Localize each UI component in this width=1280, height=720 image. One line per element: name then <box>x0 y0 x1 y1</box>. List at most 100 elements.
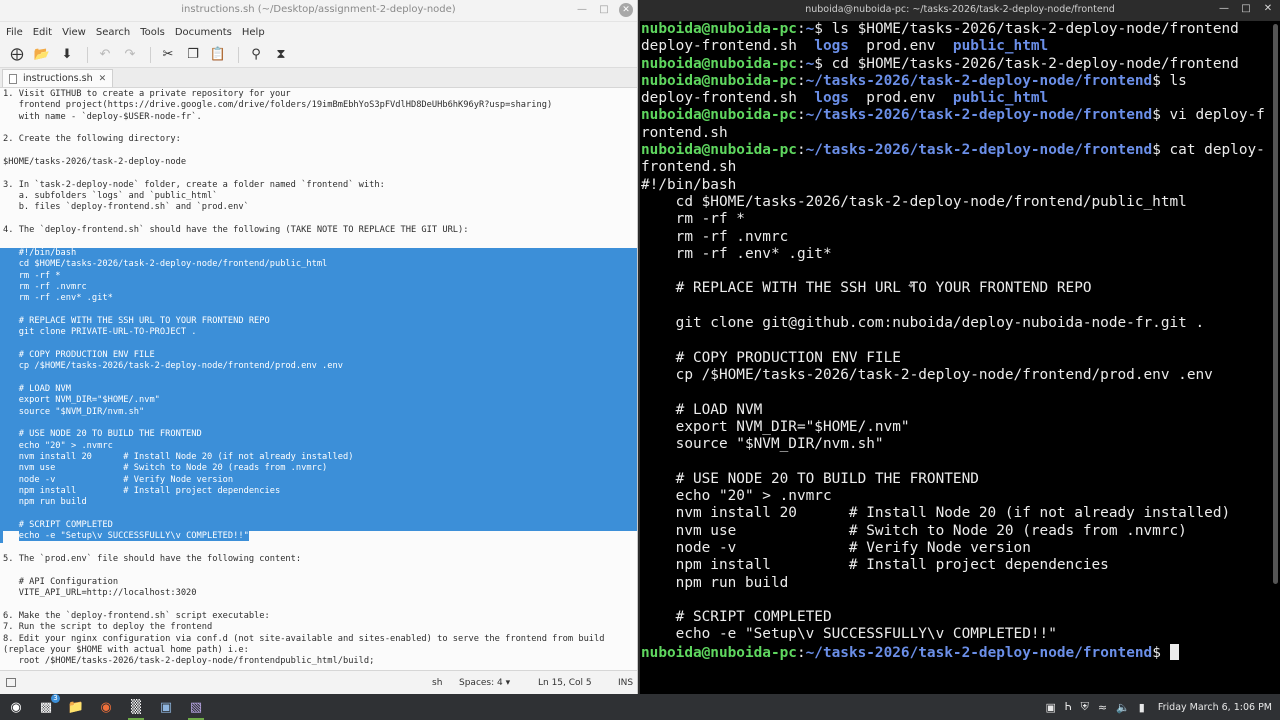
terminal-output-line: frontend.sh <box>641 159 737 176</box>
editor-line: rm -rf * <box>0 270 637 282</box>
paste-icon[interactable]: 📋 <box>207 44 229 66</box>
prompt-user: nuboida@nuboida-pc <box>641 72 797 89</box>
workspace-badge: 3 <box>51 694 60 703</box>
taskbar: ◉ ▩ 3 📁 ◉ ▒ ▣ ▧ ▣ Ꮒ ⛨ ≈ 🔈 ▮ Friday March … <box>0 694 1280 720</box>
search-icon[interactable]: ⚲ <box>245 44 267 66</box>
editor-line: # REPLACE WITH THE SSH URL TO YOUR FRONT… <box>0 315 637 328</box>
system-tray: ▣ Ꮒ ⛨ ≈ 🔈 ▮ Friday March 6, 1:06 PM <box>1046 694 1272 720</box>
text-editor-icon[interactable]: ▧ <box>184 696 208 720</box>
editor-line: # COPY PRODUCTION ENV FILE <box>0 349 637 362</box>
insert-mode: INS <box>618 678 634 688</box>
terminal-prompt-line: nuboida@nuboida-pc:~/tasks-2026/task-2-d… <box>641 643 1270 661</box>
ls-entry: deploy-frontend.sh <box>641 38 797 55</box>
undo-icon[interactable]: ↶ <box>94 44 116 66</box>
bluetooth-icon[interactable]: Ꮒ <box>1065 700 1072 714</box>
open-folder-icon[interactable]: 📂 <box>31 44 53 66</box>
terminal-output-line: export NVM_DIR="$HOME/.nvm" <box>641 418 910 435</box>
editor-line: VITE_API_URL=http://localhost:3020 <box>3 588 197 599</box>
toolbar-divider <box>238 46 239 63</box>
shield-icon[interactable]: ⛨ <box>1081 700 1089 714</box>
minimize-icon[interactable]: — <box>1218 3 1230 14</box>
editor-line: with name - `deploy-$USER-node-fr`. <box>3 111 202 122</box>
editor-statusbar: sh Spaces: 4 ▾ Ln 15, Col 5 INS <box>0 670 637 694</box>
minimize-icon[interactable]: — <box>575 3 589 17</box>
text-cursor-icon: ⌖ <box>908 279 915 292</box>
terminal-prompt-line: nuboida@nuboida-pc:~/tasks-2026/task-2-d… <box>641 142 1265 159</box>
editor-line: (replace your $HOME with actual home pat… <box>3 644 249 655</box>
copy-icon[interactable]: ❐ <box>182 44 204 66</box>
editor-line: rm -rf .env* .git* <box>0 293 637 305</box>
terminal-output[interactable]: nuboida@nuboida-pc:~$ ls $HOME/tasks-202… <box>641 21 1270 694</box>
save-icon[interactable]: ⬇ <box>56 44 78 66</box>
workspace-switcher-icon[interactable]: ▩ 3 <box>34 694 60 718</box>
language-selector[interactable]: sh <box>432 678 442 688</box>
editor-toolbar: ⨁ 📂 ⬇ ↶ ↷ ✂ ❐ 📋 ⚲ ⧗ <box>0 42 637 68</box>
screenshot-icon[interactable]: ▣ <box>154 696 178 718</box>
terminal-output-line: #!/bin/bash <box>641 176 737 193</box>
battery-icon[interactable]: ▮ <box>1139 701 1145 714</box>
menu-search[interactable]: Search <box>94 27 138 38</box>
prompt-command: ls $HOME/tasks-2026/task-2-deploy-node/f… <box>822 21 1239 37</box>
editor-titlebar[interactable]: instructions.sh (~/Desktop/assignment-2-… <box>0 0 637 22</box>
menu-file[interactable]: File <box>4 27 31 38</box>
clock[interactable]: Friday March 6, 1:06 PM <box>1158 702 1272 713</box>
prompt-path: ~/tasks-2026/task-2-deploy-node/frontend <box>805 72 1153 89</box>
editor-line: nvm use # Switch to Node 20 (reads from … <box>0 463 637 475</box>
terminal-output-line: echo "20" > .nvmrc <box>641 488 832 505</box>
document-icon <box>9 73 17 84</box>
side-panel-icon[interactable] <box>6 678 16 687</box>
maximize-icon[interactable]: □ <box>1240 3 1252 14</box>
volume-icon[interactable]: 🔈 <box>1116 701 1130 714</box>
editor-line: 1. Visit GITHUB to create a private repo… <box>3 89 291 99</box>
new-document-icon[interactable]: ⨁ <box>6 44 28 66</box>
wifi-icon[interactable]: ≈ <box>1098 701 1107 714</box>
start-menu-icon[interactable]: ◉ <box>4 696 28 718</box>
cut-icon[interactable]: ✂ <box>157 44 179 66</box>
terminal-titlebar[interactable]: nuboida@nuboida-pc: ~/tasks-2026/task-2-… <box>640 0 1280 21</box>
firefox-icon[interactable]: ◉ <box>94 696 118 718</box>
tab-close-icon[interactable]: ✕ <box>99 74 107 84</box>
window-list-icon[interactable]: ▣ <box>1046 701 1056 714</box>
editor-line: 3. In `task-2-deploy-node` folder, creat… <box>3 179 385 190</box>
menu-help[interactable]: Help <box>240 27 273 38</box>
terminal-prompt-line: nuboida@nuboida-pc:~$ ls $HOME/tasks-202… <box>641 21 1239 37</box>
maximize-icon[interactable]: □ <box>597 3 611 17</box>
redo-icon[interactable]: ↷ <box>119 44 141 66</box>
tab-instructions[interactable]: instructions.sh ✕ <box>2 69 114 87</box>
close-icon[interactable]: ✕ <box>619 3 633 17</box>
editor-line <box>0 338 637 350</box>
editor-line: 5. The `prod.env` file should have the f… <box>3 554 302 565</box>
editor-line: #!/bin/bash <box>0 247 637 260</box>
editor-text-area[interactable]: 1. Visit GITHUB to create a private repo… <box>0 89 637 669</box>
terminal-icon[interactable]: ▒ <box>124 696 148 720</box>
menu-tools[interactable]: Tools <box>138 27 173 38</box>
menu-edit[interactable]: Edit <box>31 27 60 38</box>
terminal-output-line: # COPY PRODUCTION ENV FILE <box>641 349 901 366</box>
editor-line: cp /$HOME/tasks-2026/task-2-deploy-node/… <box>0 361 637 373</box>
close-icon[interactable]: ✕ <box>1262 3 1274 14</box>
editor-tab-bar: instructions.sh ✕ <box>0 68 637 88</box>
indent-selector[interactable]: Spaces: 4 ▾ <box>459 678 510 688</box>
menu-view[interactable]: View <box>60 27 94 38</box>
prompt-command: vi deploy-f <box>1160 107 1265 124</box>
file-manager-icon[interactable]: 📁 <box>64 696 88 718</box>
prompt-user: nuboida@nuboida-pc <box>641 55 797 72</box>
prompt-user: nuboida@nuboida-pc <box>641 107 797 124</box>
editor-line: # SCRIPT COMPLETED <box>0 520 637 532</box>
toolbar-divider <box>150 46 151 63</box>
editor-line: 8. Edit your nginx configuration via con… <box>3 633 605 644</box>
editor-line: nvm install 20 # Install Node 20 (if not… <box>0 452 637 464</box>
replace-icon[interactable]: ⧗ <box>270 44 292 66</box>
ls-entry: logs <box>814 38 849 55</box>
menu-documents[interactable]: Documents <box>173 27 240 38</box>
terminal-scrollbar[interactable] <box>1273 24 1278 584</box>
prompt-user: nuboida@nuboida-pc <box>641 142 797 159</box>
